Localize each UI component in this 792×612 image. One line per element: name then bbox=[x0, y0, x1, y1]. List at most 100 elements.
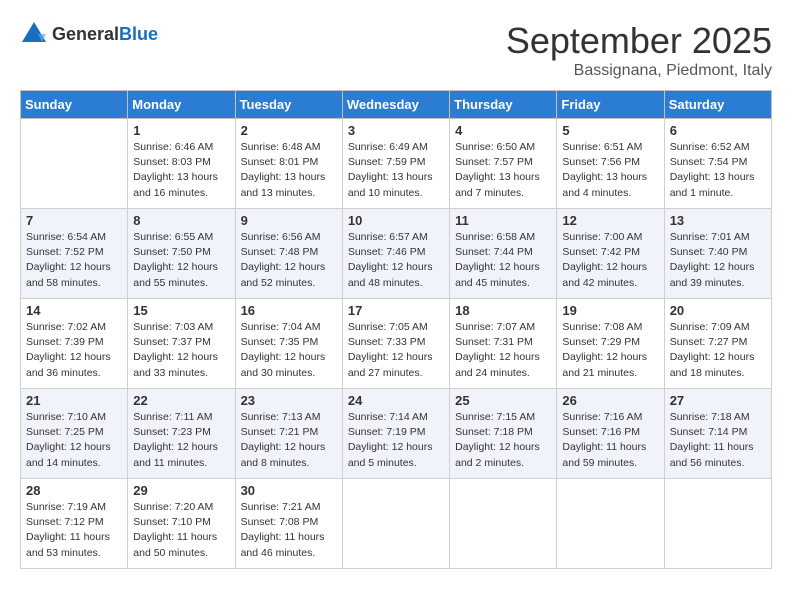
calendar-cell: 3 Sunrise: 6:49 AM Sunset: 7:59 PM Daylig… bbox=[342, 119, 449, 209]
page-header: GeneralBlue September 2025 Bassignana, P… bbox=[20, 20, 772, 80]
day-header-wednesday: Wednesday bbox=[342, 91, 449, 119]
day-info: Sunrise: 6:57 AM Sunset: 7:46 PM Dayligh… bbox=[348, 230, 444, 291]
day-number: 3 bbox=[348, 123, 444, 138]
day-info: Sunrise: 6:52 AM Sunset: 7:54 PM Dayligh… bbox=[670, 140, 766, 201]
day-header-sunday: Sunday bbox=[21, 91, 128, 119]
day-number: 23 bbox=[241, 393, 337, 408]
day-number: 21 bbox=[26, 393, 122, 408]
day-info: Sunrise: 7:07 AM Sunset: 7:31 PM Dayligh… bbox=[455, 320, 551, 381]
calendar-cell: 22 Sunrise: 7:11 AM Sunset: 7:23 PM Dayli… bbox=[128, 389, 235, 479]
calendar-cell: 28 Sunrise: 7:19 AM Sunset: 7:12 PM Dayli… bbox=[21, 479, 128, 569]
calendar-cell: 6 Sunrise: 6:52 AM Sunset: 7:54 PM Daylig… bbox=[664, 119, 771, 209]
calendar-week-row: 21 Sunrise: 7:10 AM Sunset: 7:25 PM Dayli… bbox=[21, 389, 772, 479]
day-info: Sunrise: 7:03 AM Sunset: 7:37 PM Dayligh… bbox=[133, 320, 229, 381]
calendar-cell: 16 Sunrise: 7:04 AM Sunset: 7:35 PM Dayli… bbox=[235, 299, 342, 389]
general-blue-icon bbox=[20, 20, 48, 48]
day-header-tuesday: Tuesday bbox=[235, 91, 342, 119]
calendar-cell: 18 Sunrise: 7:07 AM Sunset: 7:31 PM Dayli… bbox=[450, 299, 557, 389]
day-number: 2 bbox=[241, 123, 337, 138]
month-title: September 2025 bbox=[506, 20, 772, 62]
calendar-cell: 12 Sunrise: 7:00 AM Sunset: 7:42 PM Dayli… bbox=[557, 209, 664, 299]
calendar-cell: 10 Sunrise: 6:57 AM Sunset: 7:46 PM Dayli… bbox=[342, 209, 449, 299]
calendar-cell: 1 Sunrise: 6:46 AM Sunset: 8:03 PM Daylig… bbox=[128, 119, 235, 209]
calendar-cell: 5 Sunrise: 6:51 AM Sunset: 7:56 PM Daylig… bbox=[557, 119, 664, 209]
calendar-header-row: SundayMondayTuesdayWednesdayThursdayFrid… bbox=[21, 91, 772, 119]
day-number: 27 bbox=[670, 393, 766, 408]
day-info: Sunrise: 7:16 AM Sunset: 7:16 PM Dayligh… bbox=[562, 410, 658, 471]
calendar-cell: 30 Sunrise: 7:21 AM Sunset: 7:08 PM Dayli… bbox=[235, 479, 342, 569]
calendar-week-row: 28 Sunrise: 7:19 AM Sunset: 7:12 PM Dayli… bbox=[21, 479, 772, 569]
calendar-cell: 25 Sunrise: 7:15 AM Sunset: 7:18 PM Dayli… bbox=[450, 389, 557, 479]
calendar-cell: 13Sunrise: 7:01 AM Sunset: 7:40 PM Dayli… bbox=[664, 209, 771, 299]
calendar-cell: 14 Sunrise: 7:02 AM Sunset: 7:39 PM Dayli… bbox=[21, 299, 128, 389]
calendar-cell bbox=[557, 479, 664, 569]
calendar-cell: 20Sunrise: 7:09 AM Sunset: 7:27 PM Dayli… bbox=[664, 299, 771, 389]
day-info: Sunrise: 7:05 AM Sunset: 7:33 PM Dayligh… bbox=[348, 320, 444, 381]
day-number: 4 bbox=[455, 123, 551, 138]
calendar-cell: 29 Sunrise: 7:20 AM Sunset: 7:10 PM Dayli… bbox=[128, 479, 235, 569]
calendar-cell bbox=[21, 119, 128, 209]
day-number: 20 bbox=[670, 303, 766, 318]
day-number: 6 bbox=[670, 123, 766, 138]
calendar-cell bbox=[450, 479, 557, 569]
day-number: 9 bbox=[241, 213, 337, 228]
calendar-cell: 15 Sunrise: 7:03 AM Sunset: 7:37 PM Dayli… bbox=[128, 299, 235, 389]
day-info: Sunrise: 6:54 AM Sunset: 7:52 PM Dayligh… bbox=[26, 230, 122, 291]
day-number: 15 bbox=[133, 303, 229, 318]
day-number: 28 bbox=[26, 483, 122, 498]
logo: GeneralBlue bbox=[20, 20, 158, 48]
day-info: Sunrise: 7:18 AM Sunset: 7:14 PM Dayligh… bbox=[670, 410, 766, 471]
day-number: 29 bbox=[133, 483, 229, 498]
location: Bassignana, Piedmont, Italy bbox=[506, 62, 772, 80]
calendar-week-row: 7 Sunrise: 6:54 AM Sunset: 7:52 PM Daylig… bbox=[21, 209, 772, 299]
day-info: Sunrise: 7:02 AM Sunset: 7:39 PM Dayligh… bbox=[26, 320, 122, 381]
calendar-cell: 19Sunrise: 7:08 AM Sunset: 7:29 PM Dayli… bbox=[557, 299, 664, 389]
calendar-week-row: 14 Sunrise: 7:02 AM Sunset: 7:39 PM Dayli… bbox=[21, 299, 772, 389]
day-number: 18 bbox=[455, 303, 551, 318]
calendar-cell: 4 Sunrise: 6:50 AM Sunset: 7:57 PM Daylig… bbox=[450, 119, 557, 209]
day-number: 5 bbox=[562, 123, 658, 138]
day-header-monday: Monday bbox=[128, 91, 235, 119]
day-number: 30 bbox=[241, 483, 337, 498]
calendar-cell: 11Sunrise: 6:58 AM Sunset: 7:44 PM Dayli… bbox=[450, 209, 557, 299]
day-number: 17 bbox=[348, 303, 444, 318]
calendar-cell: 9 Sunrise: 6:56 AM Sunset: 7:48 PM Daylig… bbox=[235, 209, 342, 299]
day-info: Sunrise: 6:56 AM Sunset: 7:48 PM Dayligh… bbox=[241, 230, 337, 291]
calendar-cell: 2Sunrise: 6:48 AM Sunset: 8:01 PM Daylig… bbox=[235, 119, 342, 209]
calendar-cell: 7 Sunrise: 6:54 AM Sunset: 7:52 PM Daylig… bbox=[21, 209, 128, 299]
day-info: Sunrise: 6:50 AM Sunset: 7:57 PM Dayligh… bbox=[455, 140, 551, 201]
calendar-week-row: 1 Sunrise: 6:46 AM Sunset: 8:03 PM Daylig… bbox=[21, 119, 772, 209]
day-number: 11 bbox=[455, 213, 551, 228]
day-info: Sunrise: 7:08 AM Sunset: 7:29 PM Dayligh… bbox=[562, 320, 658, 381]
day-header-thursday: Thursday bbox=[450, 91, 557, 119]
day-number: 10 bbox=[348, 213, 444, 228]
day-info: Sunrise: 6:46 AM Sunset: 8:03 PM Dayligh… bbox=[133, 140, 229, 201]
calendar-cell bbox=[664, 479, 771, 569]
day-number: 14 bbox=[26, 303, 122, 318]
calendar-cell bbox=[342, 479, 449, 569]
title-block: September 2025 Bassignana, Piedmont, Ita… bbox=[506, 20, 772, 80]
calendar-cell: 23 Sunrise: 7:13 AM Sunset: 7:21 PM Dayli… bbox=[235, 389, 342, 479]
day-info: Sunrise: 6:49 AM Sunset: 7:59 PM Dayligh… bbox=[348, 140, 444, 201]
day-number: 22 bbox=[133, 393, 229, 408]
calendar-cell: 24Sunrise: 7:14 AM Sunset: 7:19 PM Dayli… bbox=[342, 389, 449, 479]
day-info: Sunrise: 7:20 AM Sunset: 7:10 PM Dayligh… bbox=[133, 500, 229, 561]
day-number: 1 bbox=[133, 123, 229, 138]
calendar-cell: 8Sunrise: 6:55 AM Sunset: 7:50 PM Daylig… bbox=[128, 209, 235, 299]
day-info: Sunrise: 7:01 AM Sunset: 7:40 PM Dayligh… bbox=[670, 230, 766, 291]
day-number: 7 bbox=[26, 213, 122, 228]
day-info: Sunrise: 7:11 AM Sunset: 7:23 PM Dayligh… bbox=[133, 410, 229, 471]
day-info: Sunrise: 7:10 AM Sunset: 7:25 PM Dayligh… bbox=[26, 410, 122, 471]
day-number: 25 bbox=[455, 393, 551, 408]
day-number: 16 bbox=[241, 303, 337, 318]
day-info: Sunrise: 7:15 AM Sunset: 7:18 PM Dayligh… bbox=[455, 410, 551, 471]
day-info: Sunrise: 7:21 AM Sunset: 7:08 PM Dayligh… bbox=[241, 500, 337, 561]
day-info: Sunrise: 7:04 AM Sunset: 7:35 PM Dayligh… bbox=[241, 320, 337, 381]
day-info: Sunrise: 7:19 AM Sunset: 7:12 PM Dayligh… bbox=[26, 500, 122, 561]
day-info: Sunrise: 6:51 AM Sunset: 7:56 PM Dayligh… bbox=[562, 140, 658, 201]
day-info: Sunrise: 7:00 AM Sunset: 7:42 PM Dayligh… bbox=[562, 230, 658, 291]
day-header-friday: Friday bbox=[557, 91, 664, 119]
day-info: Sunrise: 7:13 AM Sunset: 7:21 PM Dayligh… bbox=[241, 410, 337, 471]
day-number: 12 bbox=[562, 213, 658, 228]
calendar-cell: 27 Sunrise: 7:18 AM Sunset: 7:14 PM Dayli… bbox=[664, 389, 771, 479]
